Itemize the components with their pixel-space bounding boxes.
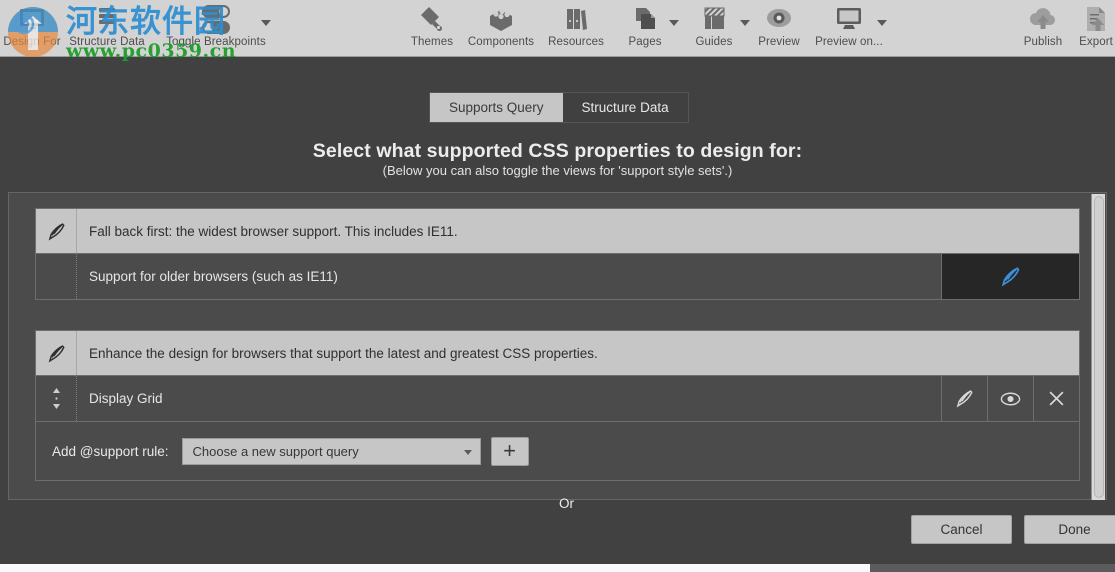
- cancel-button[interactable]: Cancel: [911, 515, 1012, 544]
- toolbar-label: Design For: [3, 36, 61, 48]
- support-query-select[interactable]: Choose a new support query: [181, 437, 481, 465]
- enhance-group-header-text: Enhance the design for browsers that sup…: [89, 345, 598, 361]
- display-grid-label: Display Grid: [89, 391, 163, 406]
- toolbar-label: Structure Data: [69, 36, 145, 48]
- display-grid-row[interactable]: Display Grid: [36, 375, 1079, 421]
- toolbar-item-export[interactable]: Export: [1051, 4, 1115, 48]
- main-toolbar: Design For Structure Data Toggle Breakpo…: [0, 0, 1115, 62]
- pen-quill-icon: [1001, 267, 1020, 287]
- toolbar-label: Pages: [628, 36, 662, 48]
- toolbar-label: Themes: [410, 36, 454, 48]
- eye-icon: [1000, 392, 1021, 405]
- add-support-rule-row: Add @support rule: Choose a new support …: [36, 421, 1079, 480]
- chevron-down-icon[interactable]: [261, 20, 271, 26]
- design-for-icon: [18, 4, 46, 34]
- pages-documents-icon: [630, 4, 660, 34]
- page-title: Select what supported CSS properties to …: [312, 140, 803, 162]
- page-subtitle: (Below you can also toggle the views for…: [382, 163, 733, 178]
- dialog-tabs: Supports Query Structure Data: [429, 92, 689, 123]
- toolbar-label: Resources: [548, 36, 604, 48]
- toggle-switch-off: [202, 20, 230, 34]
- guides-grid-icon: [699, 4, 729, 34]
- preview-monitor-icon: [833, 4, 865, 34]
- drag-handle-icon[interactable]: [36, 376, 77, 421]
- toolbar-item-preview-on[interactable]: Preview on...: [804, 4, 894, 48]
- enhance-group-header: Enhance the design for browsers that sup…: [36, 331, 1079, 375]
- preview-eye-icon: [764, 4, 794, 34]
- toggle-breakpoints-icon: [202, 4, 230, 34]
- window-horizontal-scrollbar[interactable]: [0, 564, 1115, 572]
- fallback-group: Fall back first: the widest browser supp…: [35, 208, 1080, 300]
- chevron-down-icon: [463, 449, 472, 455]
- toolbar-label: Preview: [758, 36, 800, 48]
- display-grid-edit-button[interactable]: [941, 376, 987, 421]
- structure-data-icon: [92, 4, 122, 34]
- display-grid-remove-button[interactable]: [1033, 376, 1079, 421]
- dialog-footer: Cancel Done: [0, 504, 1115, 556]
- export-document-icon: [1081, 4, 1111, 34]
- toolbar-label: Preview on...: [815, 36, 883, 48]
- enhance-group: Enhance the design for browsers that sup…: [35, 330, 1080, 481]
- fallback-group-header: Fall back first: the widest browser supp…: [36, 209, 1079, 253]
- resources-books-icon: [561, 4, 591, 34]
- add-rule-button[interactable]: +: [490, 436, 529, 466]
- toolbar-item-structure-data[interactable]: Structure Data: [62, 4, 152, 48]
- row-handle-placeholder: [36, 254, 77, 299]
- components-box-icon: [486, 4, 516, 34]
- toolbar-label: Components: [467, 36, 535, 48]
- panel-vertical-scrollbar[interactable]: [1091, 194, 1105, 500]
- toggle-switch-on: [202, 4, 230, 18]
- toolbar-item-toggle-breakpoints[interactable]: Toggle Breakpoints: [166, 4, 266, 48]
- pen-quill-icon: [36, 331, 77, 375]
- tab-structure-data[interactable]: Structure Data: [562, 93, 688, 122]
- tab-supports-query[interactable]: Supports Query: [430, 93, 563, 122]
- themes-brush-icon: [417, 4, 447, 34]
- pen-quill-icon: [956, 390, 973, 408]
- scrollbar-remainder: [870, 564, 1115, 572]
- application-window: Design For Structure Data Toggle Breakpo…: [0, 0, 1115, 572]
- fallback-rule-label: Support for older browsers (such as IE11…: [89, 269, 338, 284]
- scrollbar-thumb[interactable]: [1094, 196, 1104, 498]
- toolbar-label: Guides: [695, 36, 733, 48]
- fallback-edit-style-button[interactable]: [941, 254, 1079, 299]
- toolbar-label: Toggle Breakpoints: [166, 36, 266, 48]
- fallback-rule-row[interactable]: Support for older browsers (such as IE11…: [36, 253, 1079, 299]
- support-query-select-value: Choose a new support query: [192, 443, 359, 459]
- pen-quill-icon: [36, 209, 77, 253]
- supports-query-panel: Fall back first: the widest browser supp…: [8, 192, 1107, 511]
- toolbar-label: Export: [1079, 36, 1113, 48]
- fallback-group-header-text: Fall back first: the widest browser supp…: [89, 223, 458, 239]
- done-button[interactable]: Done: [1024, 515, 1115, 544]
- close-x-icon: [1049, 391, 1064, 406]
- chevron-down-icon[interactable]: [877, 20, 887, 26]
- add-support-rule-label: Add @support rule:: [52, 443, 169, 459]
- display-grid-visibility-button[interactable]: [987, 376, 1033, 421]
- scrollbar-track[interactable]: [0, 564, 870, 572]
